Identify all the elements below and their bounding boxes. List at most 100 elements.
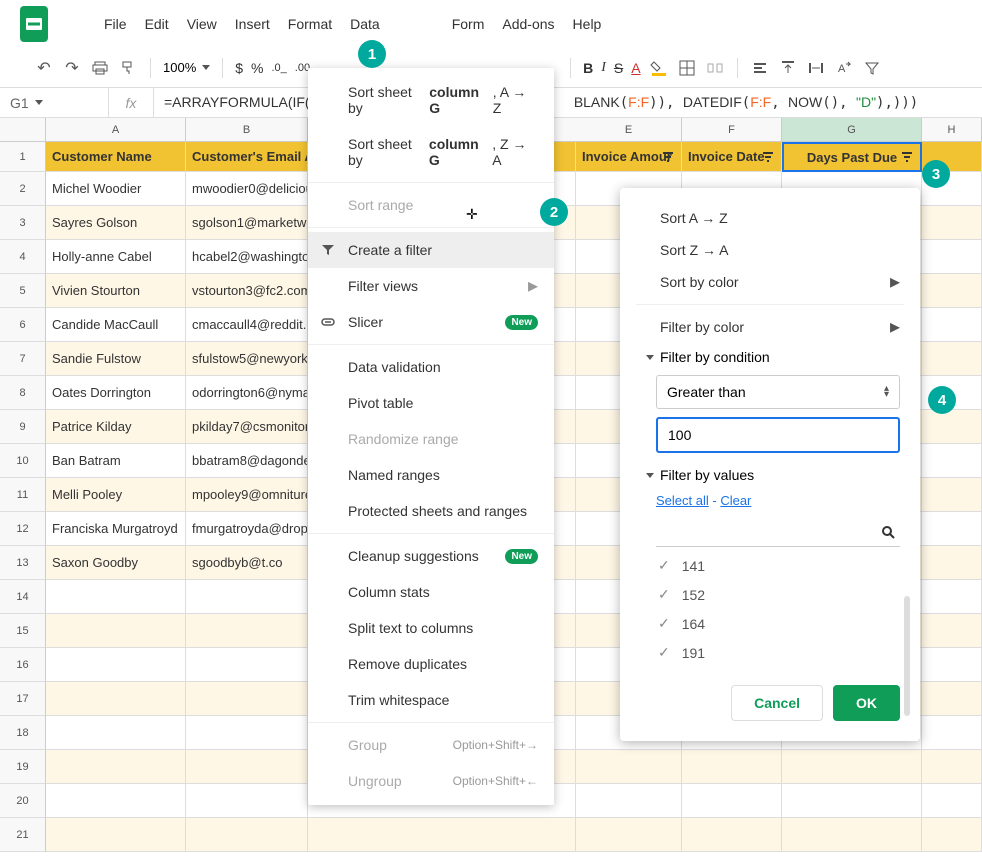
rotate-icon[interactable]: A xyxy=(834,58,854,78)
italic-button[interactable]: I xyxy=(601,60,606,76)
menu-sort-za[interactable]: Sort sheet by column G, Z → A xyxy=(308,126,554,178)
cell[interactable]: Saxon Goodby xyxy=(46,546,186,580)
header-cell[interactable]: Customer's Email Address xyxy=(186,142,308,172)
strike-button[interactable]: S xyxy=(614,60,623,76)
menu-create-filter[interactable]: Create a filter xyxy=(308,232,554,268)
row-header[interactable]: 9 xyxy=(0,410,46,444)
ok-button[interactable]: OK xyxy=(833,685,900,721)
row-header[interactable]: 6 xyxy=(0,308,46,342)
clear-link[interactable]: Clear xyxy=(720,493,751,508)
menu-cleanup[interactable]: Cleanup suggestionsNew xyxy=(308,538,554,574)
select-all-link[interactable]: Select all xyxy=(656,493,709,508)
row-header[interactable]: 8 xyxy=(0,376,46,410)
currency-button[interactable]: $ xyxy=(235,60,243,76)
row-header[interactable]: 2 xyxy=(0,172,46,206)
menu-file[interactable]: File xyxy=(104,16,127,32)
cell[interactable]: Melli Pooley xyxy=(46,478,186,512)
col-header-e[interactable]: E xyxy=(576,118,682,142)
cell[interactable]: cmaccaull4@reddit.c xyxy=(186,308,308,342)
undo-icon[interactable]: ↶ xyxy=(34,58,54,78)
menu-trim-whitespace[interactable]: Trim whitespace xyxy=(308,682,554,718)
row-header[interactable]: 4 xyxy=(0,240,46,274)
menu-format[interactable]: Format xyxy=(288,16,332,32)
zoom-selector[interactable]: 100% xyxy=(163,60,210,75)
filter-value-item[interactable]: ✓152 xyxy=(656,580,900,609)
cell[interactable]: hcabel2@washington xyxy=(186,240,308,274)
menu-protected[interactable]: Protected sheets and ranges xyxy=(308,493,554,529)
cell[interactable]: Vivien Stourton xyxy=(46,274,186,308)
cell[interactable]: pkilday7@csmonitor. xyxy=(186,410,308,444)
filter-by-condition-section[interactable]: Filter by condition xyxy=(620,343,920,371)
cell[interactable]: Patrice Kilday xyxy=(46,410,186,444)
menu-slicer[interactable]: SlicerNew xyxy=(308,304,554,340)
cell[interactable]: sfulstow5@newyorke xyxy=(186,342,308,376)
filter-value-item[interactable]: ✓191 xyxy=(656,638,900,667)
menu-addons[interactable]: Add-ons xyxy=(502,16,554,32)
cell[interactable]: sgolson1@marketwa xyxy=(186,206,308,240)
row-header[interactable]: 17 xyxy=(0,682,46,716)
menu-form[interactable]: Form xyxy=(452,16,485,32)
row-header[interactable]: 19 xyxy=(0,750,46,784)
row-header[interactable]: 5 xyxy=(0,274,46,308)
row-header[interactable]: 3 xyxy=(0,206,46,240)
cell[interactable]: Sandie Fulstow xyxy=(46,342,186,376)
cell[interactable]: mpooley9@omniture xyxy=(186,478,308,512)
menu-pivot-table[interactable]: Pivot table xyxy=(308,385,554,421)
filter-value-item[interactable]: ✓164 xyxy=(656,609,900,638)
filter-icon[interactable] xyxy=(661,150,675,164)
col-header-g[interactable]: G xyxy=(782,118,922,142)
row-header[interactable]: 1 xyxy=(0,142,46,172)
filter-by-values-section[interactable]: Filter by values xyxy=(620,461,920,489)
row-header[interactable]: 16 xyxy=(0,648,46,682)
row-header[interactable]: 14 xyxy=(0,580,46,614)
menu-insert[interactable]: Insert xyxy=(235,16,270,32)
row-header[interactable]: 10 xyxy=(0,444,46,478)
filter-search-input[interactable] xyxy=(656,518,900,547)
filter-icon[interactable] xyxy=(761,150,775,164)
textcolor-button[interactable]: A xyxy=(631,60,640,76)
filter-icon[interactable] xyxy=(900,150,914,164)
fillcolor-icon[interactable] xyxy=(649,58,669,78)
cell[interactable]: mwoodier0@deliciou xyxy=(186,172,308,206)
percent-button[interactable]: % xyxy=(251,60,263,76)
dec-button[interactable]: .0_ xyxy=(272,62,287,74)
col-header-f[interactable]: F xyxy=(682,118,782,142)
filter-sort-az[interactable]: Sort A → Z xyxy=(620,202,920,234)
header-cell-selected[interactable]: Days Past Due xyxy=(782,142,922,172)
cell[interactable]: Michel Woodier xyxy=(46,172,186,206)
cell[interactable]: Candide MacCaull xyxy=(46,308,186,342)
wrap-icon[interactable] xyxy=(806,58,826,78)
cell[interactable]: Ban Batram xyxy=(46,444,186,478)
scrollbar[interactable] xyxy=(904,596,910,716)
cell[interactable]: odorrington6@nymag xyxy=(186,376,308,410)
cell[interactable]: Oates Dorrington xyxy=(46,376,186,410)
header-cell[interactable]: Invoice Amour xyxy=(576,142,682,172)
filter-toolbar-icon[interactable] xyxy=(862,58,882,78)
halign-icon[interactable] xyxy=(750,58,770,78)
name-box[interactable]: G1 xyxy=(0,95,108,111)
menu-help[interactable]: Help xyxy=(573,16,602,32)
col-header-b[interactable]: B xyxy=(186,118,308,142)
cell[interactable]: sgoodbyb@t.co xyxy=(186,546,308,580)
cell[interactable]: Holly-anne Cabel xyxy=(46,240,186,274)
filter-sort-za[interactable]: Sort Z → A xyxy=(620,234,920,266)
menu-data-validation[interactable]: Data validation xyxy=(308,349,554,385)
col-header-h[interactable]: H xyxy=(922,118,982,142)
row-header[interactable]: 7 xyxy=(0,342,46,376)
paintformat-icon[interactable] xyxy=(118,58,138,78)
row-header[interactable]: 13 xyxy=(0,546,46,580)
cell[interactable]: Franciska Murgatroyd xyxy=(46,512,186,546)
menu-view[interactable]: View xyxy=(187,16,217,32)
menu-edit[interactable]: Edit xyxy=(145,16,169,32)
header-cell[interactable]: Customer Name xyxy=(46,142,186,172)
filter-sort-color[interactable]: Sort by color▸ xyxy=(620,266,920,298)
cell[interactable]: Sayres Golson xyxy=(46,206,186,240)
condition-select[interactable]: Greater than▴▾ xyxy=(656,375,900,409)
borders-icon[interactable] xyxy=(677,58,697,78)
row-header[interactable]: 20 xyxy=(0,784,46,818)
row-header[interactable]: 12 xyxy=(0,512,46,546)
menu-filter-views[interactable]: Filter views▸ xyxy=(308,268,554,304)
cell[interactable]: fmurgatroyda@dropb xyxy=(186,512,308,546)
valign-icon[interactable] xyxy=(778,58,798,78)
menu-column-stats[interactable]: Column stats xyxy=(308,574,554,610)
